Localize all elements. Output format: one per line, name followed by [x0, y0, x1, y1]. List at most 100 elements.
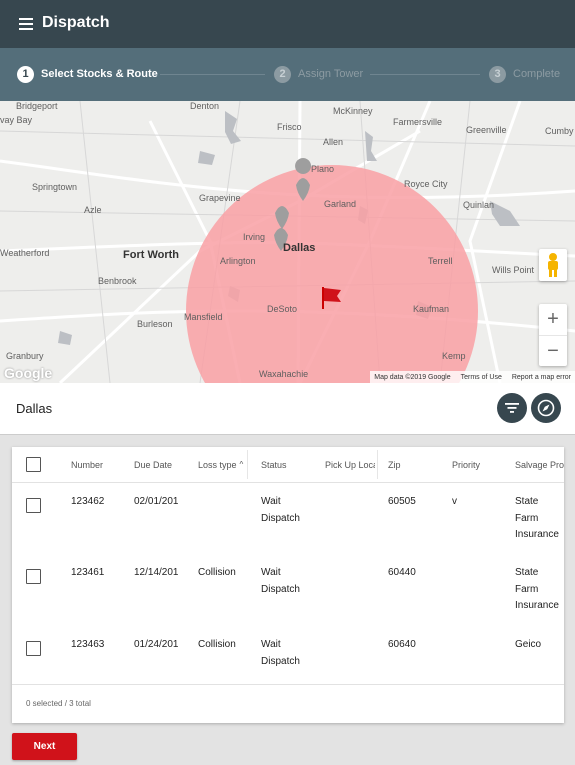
map-label: Granbury	[6, 351, 44, 361]
column-header[interactable]: Loss type ^	[198, 447, 248, 482]
cell-number: 123461	[71, 567, 105, 578]
table-header: Number Due Date Loss type ^ Status Pick …	[12, 447, 564, 483]
step-connector	[370, 74, 480, 75]
menu-icon[interactable]	[17, 15, 35, 33]
map-label: Cumby	[545, 126, 574, 136]
cell-zip: 60505	[388, 496, 416, 507]
cell-line: Farm	[515, 512, 539, 524]
map-label: Burleson	[137, 319, 173, 329]
column-header[interactable]: Due Date	[134, 447, 192, 482]
cell-line: Wait	[261, 496, 281, 507]
cell-line: Dispatch	[261, 655, 300, 667]
map-label: Mansfield	[184, 312, 223, 322]
map-label: DeSoto	[267, 304, 298, 314]
zoom-in-button[interactable]: +	[539, 304, 567, 336]
table-row[interactable]: 123461 12/14/201 Collision Wait Dispatch…	[12, 562, 564, 632]
cell-status: Wait Dispatch	[261, 565, 300, 598]
location-name: Dallas	[16, 401, 53, 416]
filter-icon	[505, 403, 519, 413]
table-row[interactable]: 123463 01/24/201 Collision Wait Dispatch…	[12, 634, 564, 684]
column-divider[interactable]	[247, 450, 248, 479]
column-header[interactable]: Number	[71, 447, 129, 482]
report-error-link[interactable]: Report a map error	[512, 374, 571, 381]
table-footer: 0 selected / 3 total	[12, 684, 564, 723]
navigate-button[interactable]	[531, 393, 561, 423]
cell-line: Wait	[261, 567, 281, 578]
app-title: Dispatch	[42, 14, 110, 31]
column-header[interactable]: Zip	[388, 447, 446, 482]
column-divider[interactable]	[377, 450, 378, 479]
step-assign-tower[interactable]: 2 Assign Tower	[274, 64, 363, 84]
cell-zip: 60640	[388, 639, 416, 650]
zoom-out-button[interactable]: −	[539, 336, 567, 367]
map-label: Waxahachie	[259, 369, 309, 379]
row-checkbox[interactable]	[26, 569, 41, 584]
terms-link[interactable]: Terms of Use	[461, 374, 502, 381]
column-header[interactable]: Salvage Provider	[515, 447, 564, 482]
map-label: McKinney	[333, 106, 373, 116]
map-label: Allen	[323, 137, 344, 147]
map-label: Irving	[243, 232, 266, 242]
compass-icon	[537, 399, 555, 417]
step-number: 3	[489, 65, 506, 83]
sort-ascending-icon: ^	[239, 460, 244, 469]
column-header[interactable]: Status	[261, 447, 319, 482]
cell-due-date: 12/14/201	[134, 567, 179, 578]
table-row[interactable]: 123462 02/01/201 Wait Dispatch 60505 v S…	[12, 491, 564, 561]
step-label: Complete	[513, 68, 561, 80]
row-checkbox[interactable]	[26, 498, 41, 513]
cell-zip: 60440	[388, 567, 416, 578]
cell-due-date: 01/24/201	[134, 639, 179, 650]
select-all-checkbox[interactable]	[26, 457, 41, 472]
map-label: Azle	[84, 205, 102, 215]
selection-count: 0 selected / 3 total	[26, 699, 91, 708]
cell-loss-type: Collision	[198, 639, 236, 650]
map-label: Grapevine	[199, 193, 241, 203]
map-label: Weatherford	[0, 248, 50, 258]
app-bar: Dispatch	[0, 0, 575, 48]
cell-salvage-provider: Geico	[515, 637, 541, 654]
cell-line: State	[515, 496, 539, 507]
cell-line: Dispatch	[261, 512, 300, 524]
cell-priority: v	[452, 496, 457, 507]
row-checkbox[interactable]	[26, 641, 41, 656]
map-label: Royce City	[404, 179, 448, 189]
cell-line: Geico	[515, 639, 542, 650]
cell-line: Farm	[515, 583, 539, 595]
map-label: Greenville	[466, 125, 507, 135]
map-label: Kemp	[442, 351, 466, 361]
street-view-pegman-icon[interactable]	[539, 249, 567, 281]
map-label: Denton	[190, 101, 220, 111]
step-select-stocks[interactable]: 1 Select Stocks & Route	[17, 64, 158, 84]
map[interactable]: Bridgeport vay Bay Denton McKinney Frisc…	[0, 101, 575, 383]
map-label: Terrell	[428, 256, 453, 266]
step-complete[interactable]: 3 Complete	[489, 64, 560, 84]
next-button[interactable]: Next	[12, 733, 77, 760]
cell-due-date: 02/01/201	[134, 496, 179, 507]
map-label: vay Bay	[0, 115, 33, 125]
zoom-control: + −	[539, 304, 567, 366]
map-label: Plano	[311, 164, 335, 174]
column-header[interactable]: Priority	[452, 447, 510, 482]
cell-line: Insurance	[515, 600, 559, 611]
map-attribution: Map data ©2019 Google Terms of Use Repor…	[370, 371, 575, 383]
map-label: Farmersville	[393, 117, 443, 127]
step-connector	[160, 74, 265, 75]
step-number: 1	[17, 65, 34, 83]
map-label: Kaufman	[413, 304, 450, 314]
filter-button[interactable]	[497, 393, 527, 423]
map-label: Frisco	[277, 122, 302, 132]
cell-number: 123463	[71, 639, 105, 650]
stock-table: Number Due Date Loss type ^ Status Pick …	[12, 447, 564, 723]
column-header[interactable]: Pick Up Location	[325, 447, 375, 482]
map-label: Dallas	[283, 242, 316, 254]
cell-salvage-provider: State Farm Insurance	[515, 565, 559, 615]
cell-loss-type: Collision	[198, 567, 236, 578]
cell-line: Dispatch	[261, 583, 300, 595]
stepper: 1 Select Stocks & Route 2 Assign Tower 3…	[0, 48, 575, 101]
cell-line: State	[515, 567, 539, 578]
cell-status: Wait Dispatch	[261, 494, 300, 527]
column-header-label: Loss type	[198, 459, 237, 470]
map-label: Benbrook	[98, 276, 137, 286]
step-label: Assign Tower	[298, 68, 364, 80]
